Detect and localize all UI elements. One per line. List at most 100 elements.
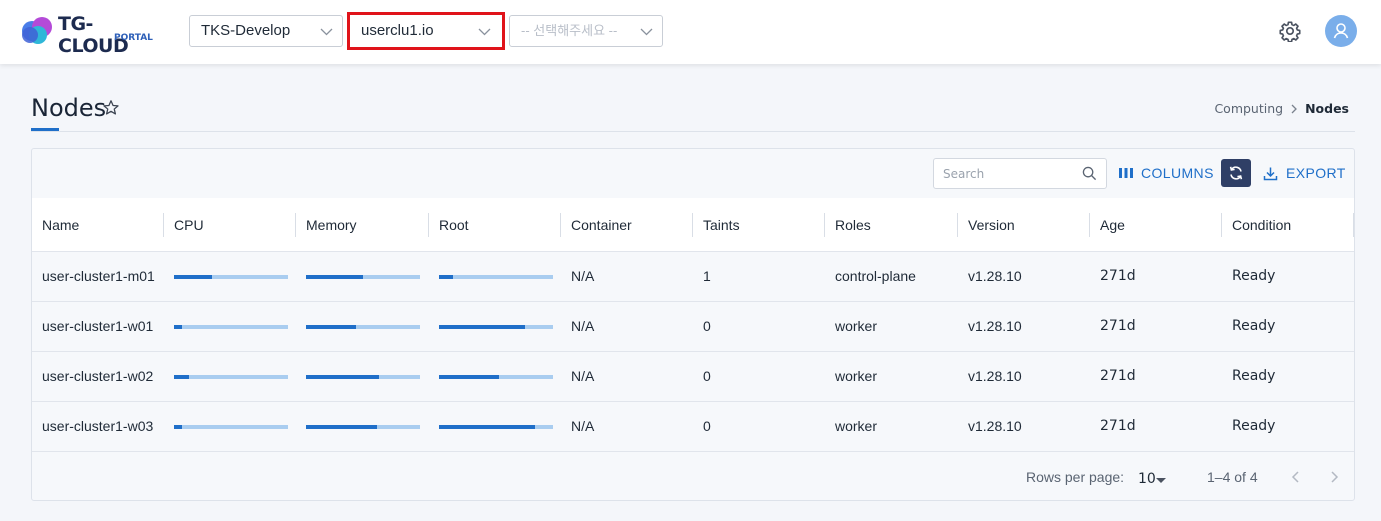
cell-container: N/A [571, 418, 595, 434]
namespace-select[interactable]: -- 선택해주세요 -- [509, 15, 663, 47]
chevron-down-icon [320, 28, 333, 36]
next-page-icon[interactable] [1327, 470, 1341, 484]
user-icon [1333, 23, 1349, 39]
cpu-usage-fill [174, 375, 189, 379]
avatar[interactable] [1325, 15, 1357, 47]
chevron-right-icon [1291, 104, 1297, 113]
gear-icon[interactable] [1279, 20, 1301, 42]
cpu-usage-bar [174, 275, 288, 279]
breadcrumb: Computing Nodes [1214, 101, 1349, 116]
root-usage-bar [439, 325, 553, 329]
column-header-roles[interactable]: Roles [825, 198, 958, 252]
columns-label: COLUMNS [1141, 165, 1214, 181]
refresh-icon [1229, 166, 1243, 180]
cpu-usage-fill [174, 325, 182, 329]
column-header-root[interactable]: Root [429, 198, 561, 252]
export-label: EXPORT [1286, 165, 1346, 181]
nodes-table-card: COLUMNS EXPORT Name CPU Memory Root Cont… [31, 148, 1355, 501]
logo[interactable]: TG-CLOUD PORTAL [20, 13, 160, 57]
rows-per-page-select[interactable]: 10 [1138, 471, 1156, 487]
page-range: 1–4 of 4 [1207, 469, 1258, 485]
cell-version: v1.28.10 [968, 368, 1022, 384]
download-icon [1263, 167, 1278, 180]
cell-container: N/A [571, 268, 595, 284]
cell-condition: Ready [1232, 418, 1276, 434]
org-select[interactable]: TKS-Develop [189, 15, 343, 47]
column-header-memory[interactable]: Memory [296, 198, 429, 252]
root-usage-bar [439, 275, 553, 279]
columns-button[interactable]: COLUMNS [1119, 161, 1214, 185]
search-icon[interactable] [1082, 166, 1097, 181]
root-usage-fill [439, 375, 500, 379]
rows-per-page-label: Rows per page: [1026, 469, 1125, 485]
root-usage-bar [439, 375, 553, 379]
refresh-button[interactable] [1221, 159, 1251, 187]
table-header: Name CPU Memory Root Container Taints Ro… [32, 198, 1354, 252]
cell-age: 271d [1100, 368, 1136, 384]
cpu-usage-fill [174, 275, 212, 279]
table-row[interactable]: user-cluster1-m01 N/A 1 control-plane v1… [32, 252, 1354, 302]
root-usage-bar [439, 425, 553, 429]
search-input[interactable] [934, 159, 1074, 188]
cell-condition: Ready [1232, 318, 1276, 334]
column-header-age[interactable]: Age [1090, 198, 1222, 252]
column-header-container[interactable]: Container [561, 198, 693, 252]
org-select-value: TKS-Develop [201, 22, 291, 39]
cell-age: 271d [1100, 418, 1136, 434]
cell-name: user-cluster1-w01 [42, 318, 154, 334]
root-usage-fill [439, 275, 453, 279]
star-icon[interactable] [102, 99, 120, 117]
cell-condition: Ready [1232, 268, 1276, 284]
cell-taints: 0 [703, 368, 711, 384]
column-header-cpu[interactable]: CPU [164, 198, 296, 252]
caret-down-icon[interactable] [1156, 478, 1166, 484]
prev-page-icon[interactable] [1289, 470, 1303, 484]
column-header-version[interactable]: Version [958, 198, 1090, 252]
memory-usage-bar [306, 275, 420, 279]
column-header-condition[interactable]: Condition [1222, 198, 1354, 252]
cluster-select-value: userclu1.io [361, 22, 434, 39]
divider [31, 131, 1355, 132]
cell-roles: worker [835, 368, 878, 384]
table-row[interactable]: user-cluster1-w03 N/A 0 worker v1.28.10 … [32, 402, 1354, 452]
cluster-select[interactable]: userclu1.io [347, 12, 505, 50]
column-header-taints[interactable]: Taints [693, 198, 825, 252]
cell-age: 271d [1100, 268, 1136, 284]
logo-subtext: PORTAL [114, 33, 153, 43]
chevron-down-icon [640, 28, 653, 36]
search-box[interactable] [933, 158, 1107, 189]
memory-usage-bar [306, 325, 420, 329]
cell-version: v1.28.10 [968, 418, 1022, 434]
root-usage-fill [439, 325, 525, 329]
root-usage-fill [439, 425, 535, 429]
cell-roles: control-plane [835, 268, 916, 284]
columns-icon [1119, 168, 1133, 178]
cell-roles: worker [835, 318, 878, 334]
cpu-usage-bar [174, 425, 288, 429]
cell-container: N/A [571, 368, 595, 384]
cell-name: user-cluster1-w02 [42, 368, 154, 384]
chevron-down-icon [478, 28, 491, 36]
cloud-logo-icon [22, 17, 52, 44]
memory-usage-bar [306, 375, 420, 379]
table-row[interactable]: user-cluster1-w02 N/A 0 worker v1.28.10 … [32, 352, 1354, 402]
cpu-usage-fill [174, 425, 182, 429]
page-title: Nodes [31, 94, 107, 122]
memory-usage-fill [306, 375, 379, 379]
cell-age: 271d [1100, 318, 1136, 334]
top-bar: TG-CLOUD PORTAL TKS-Develop userclu1.io … [0, 0, 1381, 64]
cell-roles: worker [835, 418, 878, 434]
table-row[interactable]: user-cluster1-w01 N/A 0 worker v1.28.10 … [32, 302, 1354, 352]
column-header-name[interactable]: Name [32, 198, 164, 252]
cell-name: user-cluster1-w03 [42, 418, 154, 434]
memory-usage-fill [306, 325, 357, 329]
cpu-usage-bar [174, 375, 288, 379]
memory-usage-fill [306, 425, 377, 429]
namespace-select-placeholder: -- 선택해주세요 -- [521, 23, 618, 38]
cell-taints: 0 [703, 418, 711, 434]
cell-taints: 1 [703, 268, 711, 284]
export-button[interactable]: EXPORT [1263, 161, 1346, 185]
cell-version: v1.28.10 [968, 268, 1022, 284]
breadcrumb-item-computing[interactable]: Computing [1214, 101, 1283, 116]
memory-usage-bar [306, 425, 420, 429]
